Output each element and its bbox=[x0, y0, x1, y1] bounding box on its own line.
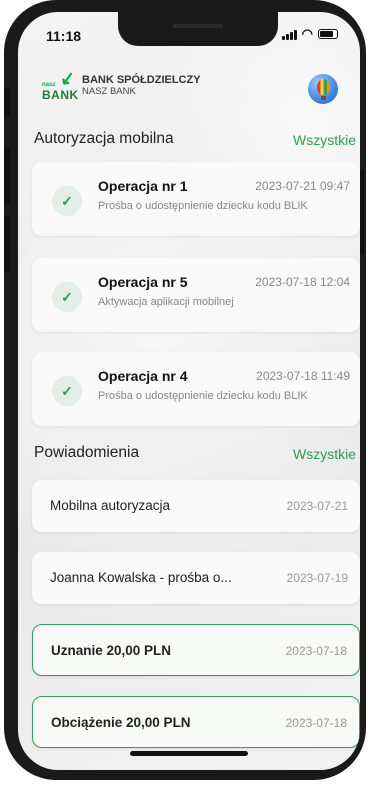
notification-item-unread[interactable]: Uznanie 20,00 PLN 2023-07-18 bbox=[32, 624, 360, 676]
avatar[interactable] bbox=[308, 74, 338, 104]
section-title-notifications: Powiadomienia bbox=[34, 444, 140, 461]
operation-title: Operacja nr 5 bbox=[98, 274, 188, 290]
operation-date: 2023-07-18 12:04 bbox=[255, 275, 350, 289]
operation-title: Operacja nr 4 bbox=[98, 368, 188, 384]
notification-item[interactable]: Joanna Kowalska - prośba o... 2023-07-19 bbox=[32, 552, 360, 604]
check-icon: ✓ bbox=[52, 282, 82, 312]
auth-card[interactable]: ✓ Operacja nr 1 2023-07-21 09:47 Prośba … bbox=[32, 162, 360, 236]
signal-icon bbox=[281, 29, 297, 40]
status-time: 11:18 bbox=[46, 28, 82, 44]
notifications-see-all-link[interactable]: Wszystkie bbox=[293, 446, 356, 462]
notification-title: Obciążenie 20,00 PLN bbox=[51, 715, 191, 730]
screen: 11:18 ◠ ↙ nasz BANK BANK SPÓŁDZIELCZY NA… bbox=[18, 12, 360, 770]
balloon-icon bbox=[317, 79, 330, 95]
notification-title: Joanna Kowalska - prośba o... bbox=[50, 570, 232, 585]
notification-item-unread[interactable]: Obciążenie 20,00 PLN 2023-07-18 bbox=[32, 696, 360, 748]
app-header: ↙ nasz BANK BANK SPÓŁDZIELCZY NASZ BANK bbox=[42, 66, 338, 110]
mute-switch bbox=[4, 88, 10, 116]
volume-down-button bbox=[4, 216, 10, 272]
notification-title: Mobilna autoryzacja bbox=[50, 498, 171, 513]
bank-subtitle: NASZ BANK bbox=[82, 86, 136, 97]
notification-item[interactable]: Mobilna autoryzacja 2023-07-21 bbox=[32, 480, 360, 532]
auth-card[interactable]: ✓ Operacja nr 4 2023-07-18 11:49 Prośba … bbox=[32, 352, 360, 426]
operation-title: Operacja nr 1 bbox=[98, 178, 188, 194]
notification-date: 2023-07-18 bbox=[285, 644, 347, 658]
section-title-auth: Autoryzacja mobilna bbox=[34, 130, 174, 147]
notification-date: 2023-07-21 bbox=[286, 499, 348, 513]
operation-date: 2023-07-21 09:47 bbox=[255, 179, 350, 193]
operation-description: Prośba o udostępnienie dziecku kodu BLIK bbox=[98, 390, 308, 402]
bank-name: BANK SPÓŁDZIELCZY bbox=[82, 74, 201, 86]
operation-description: Prośba o udostępnienie dziecku kodu BLIK bbox=[98, 200, 308, 212]
check-icon: ✓ bbox=[52, 186, 82, 216]
battery-icon bbox=[318, 29, 338, 39]
logo-arrow-icon: ↙ bbox=[58, 66, 77, 90]
auth-see-all-link[interactable]: Wszystkie bbox=[293, 132, 356, 148]
notification-date: 2023-07-19 bbox=[286, 571, 348, 585]
auth-card[interactable]: ✓ Operacja nr 5 2023-07-18 12:04 Aktywac… bbox=[32, 258, 360, 332]
status-bar: 11:18 ◠ bbox=[46, 26, 338, 46]
volume-up-button bbox=[4, 148, 10, 204]
notification-title: Uznanie 20,00 PLN bbox=[51, 643, 172, 658]
check-icon: ✓ bbox=[52, 376, 82, 406]
bank-logo: ↙ nasz BANK bbox=[42, 66, 79, 102]
operation-description: Aktywacja aplikacji mobilnej bbox=[98, 296, 234, 308]
operation-date: 2023-07-18 11:49 bbox=[256, 369, 350, 383]
wifi-icon: ◠ bbox=[301, 26, 313, 41]
phone-frame: 11:18 ◠ ↙ nasz BANK BANK SPÓŁDZIELCZY NA… bbox=[4, 0, 366, 780]
notification-date: 2023-07-18 bbox=[285, 716, 347, 730]
home-indicator[interactable] bbox=[130, 751, 248, 756]
